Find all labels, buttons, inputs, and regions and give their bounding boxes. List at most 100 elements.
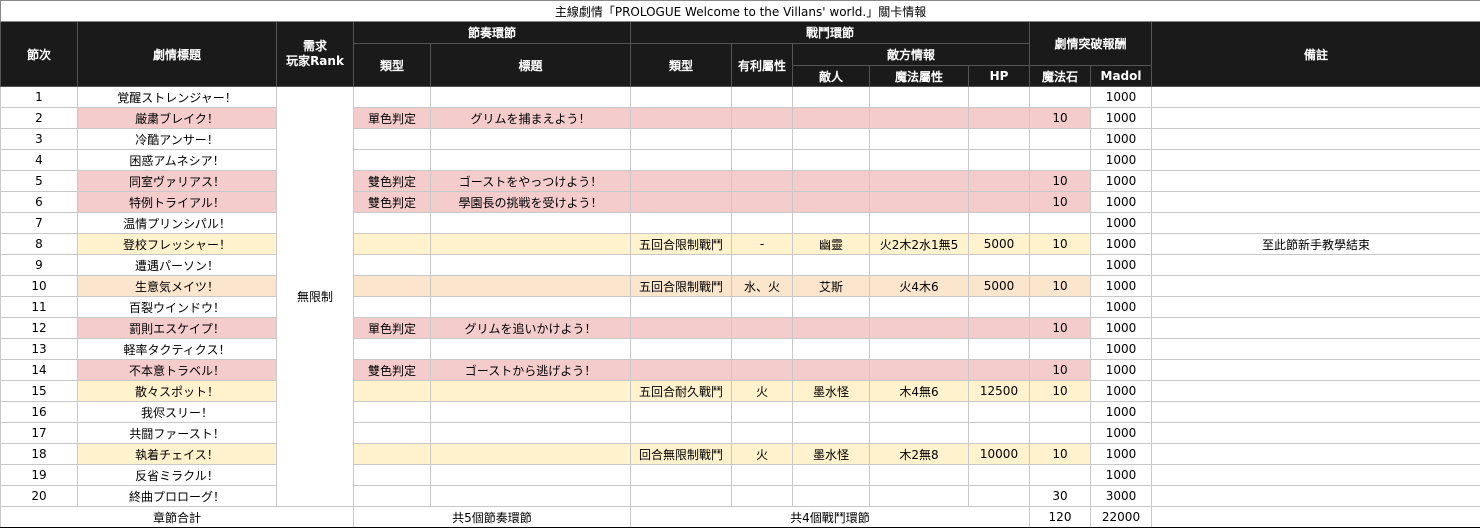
hp-cell — [969, 255, 1030, 276]
table-row: 15散々スポット！五回合耐久戰鬥火墨水怪木4無612500101000 — [1, 381, 1480, 402]
madol-cell: 1000 — [1091, 360, 1152, 381]
magic-attr-cell — [870, 171, 969, 192]
magic-attr-cell — [870, 213, 969, 234]
enemy-cell — [793, 423, 870, 444]
rhythm-type-cell — [354, 402, 431, 423]
col-story-title: 劇情標題 — [78, 22, 277, 87]
story-title-cell: 同室ヴァリアス！ — [78, 171, 277, 192]
chapter-cell: 18 — [1, 444, 78, 465]
rhythm-type-cell: 雙色判定 — [354, 192, 431, 213]
hp-cell — [969, 486, 1030, 507]
hp-cell — [969, 318, 1030, 339]
rhythm-type-cell: 雙色判定 — [354, 171, 431, 192]
col-magic-stone: 魔法石 — [1030, 66, 1091, 87]
rhythm-title-cell — [431, 276, 631, 297]
chapter-cell: 8 — [1, 234, 78, 255]
hp-cell — [969, 297, 1030, 318]
group-enemy-info: 敵方情報 — [793, 44, 1030, 66]
madol-cell: 1000 — [1091, 171, 1152, 192]
totals-madol: 22000 — [1091, 507, 1152, 528]
rhythm-title-cell — [431, 423, 631, 444]
notes-cell — [1152, 171, 1480, 192]
table-row: 13軽率タクティクス！1000 — [1, 339, 1480, 360]
chapter-cell: 6 — [1, 192, 78, 213]
madol-cell: 1000 — [1091, 192, 1152, 213]
advantage-cell — [732, 465, 793, 486]
magic-attr-cell — [870, 192, 969, 213]
rhythm-title-cell — [431, 87, 631, 108]
rhythm-type-cell — [354, 465, 431, 486]
magic-attr-cell — [870, 129, 969, 150]
battle-type-cell — [631, 465, 732, 486]
advantage-cell — [732, 318, 793, 339]
battle-type-cell — [631, 339, 732, 360]
totals-magic-stone: 120 — [1030, 507, 1091, 528]
rank-cell: 無限制 — [277, 87, 354, 507]
madol-cell: 1000 — [1091, 318, 1152, 339]
advantage-cell — [732, 108, 793, 129]
hp-cell — [969, 402, 1030, 423]
magic-attr-cell — [870, 318, 969, 339]
madol-cell: 1000 — [1091, 423, 1152, 444]
battle-type-cell: 五回合限制戰鬥 — [631, 276, 732, 297]
group-battle: 戰鬥環節 — [631, 22, 1030, 44]
rhythm-type-cell — [354, 297, 431, 318]
story-title-cell: 執着チェイス！ — [78, 444, 277, 465]
chapter-cell: 9 — [1, 255, 78, 276]
col-magic-attr: 魔法屬性 — [870, 66, 969, 87]
notes-cell — [1152, 486, 1480, 507]
rhythm-title-cell — [431, 465, 631, 486]
chapter-cell: 2 — [1, 108, 78, 129]
battle-type-cell: 五回合限制戰鬥 — [631, 234, 732, 255]
advantage-cell — [732, 171, 793, 192]
madol-cell: 1000 — [1091, 465, 1152, 486]
enemy-cell — [793, 297, 870, 318]
hp-cell — [969, 192, 1030, 213]
notes-cell — [1152, 129, 1480, 150]
notes-cell — [1152, 423, 1480, 444]
rhythm-type-cell — [354, 234, 431, 255]
battle-type-cell — [631, 129, 732, 150]
enemy-cell — [793, 339, 870, 360]
col-rhythm-type: 類型 — [354, 44, 431, 87]
advantage-cell: 火 — [732, 381, 793, 402]
notes-cell — [1152, 339, 1480, 360]
madol-cell: 1000 — [1091, 297, 1152, 318]
advantage-cell — [732, 192, 793, 213]
story-title-cell: 終曲プロローグ！ — [78, 486, 277, 507]
story-title-cell: 軽率タクティクス！ — [78, 339, 277, 360]
story-title-cell: 特例トライアル！ — [78, 192, 277, 213]
battle-type-cell — [631, 402, 732, 423]
rhythm-type-cell — [354, 213, 431, 234]
rhythm-type-cell — [354, 339, 431, 360]
magic-attr-cell — [870, 339, 969, 360]
enemy-cell — [793, 213, 870, 234]
table-row: 8登校フレッシャー！五回合限制戰鬥-幽靈火2木2水1無55000101000至此… — [1, 234, 1480, 255]
story-title-cell: 冷酷アンサー！ — [78, 129, 277, 150]
magic-attr-cell — [870, 255, 969, 276]
magic-stone-cell — [1030, 297, 1091, 318]
magic-stone-cell: 10 — [1030, 360, 1091, 381]
hp-cell — [969, 423, 1030, 444]
col-req-rank: 需求 玩家Rank — [277, 22, 354, 87]
battle-type-cell — [631, 171, 732, 192]
stage-info-table: 主線劇情「PROLOGUE Welcome to the Villans' wo… — [0, 0, 1480, 528]
rhythm-title-cell — [431, 486, 631, 507]
madol-cell: 1000 — [1091, 255, 1152, 276]
advantage-cell — [732, 423, 793, 444]
notes-cell — [1152, 276, 1480, 297]
magic-stone-cell — [1030, 465, 1091, 486]
magic-stone-cell — [1030, 255, 1091, 276]
totals-rhythm: 共5個節奏環節 — [354, 507, 631, 528]
battle-type-cell — [631, 213, 732, 234]
enemy-cell — [793, 318, 870, 339]
magic-attr-cell — [870, 486, 969, 507]
enemy-cell — [793, 402, 870, 423]
rhythm-title-cell — [431, 381, 631, 402]
rhythm-title-cell — [431, 297, 631, 318]
col-madol: Madol — [1091, 66, 1152, 87]
rhythm-title-cell — [431, 339, 631, 360]
hp-cell — [969, 213, 1030, 234]
chapter-cell: 1 — [1, 87, 78, 108]
table-row: 6特例トライアル！雙色判定學園長の挑戦を受けよう！101000 — [1, 192, 1480, 213]
